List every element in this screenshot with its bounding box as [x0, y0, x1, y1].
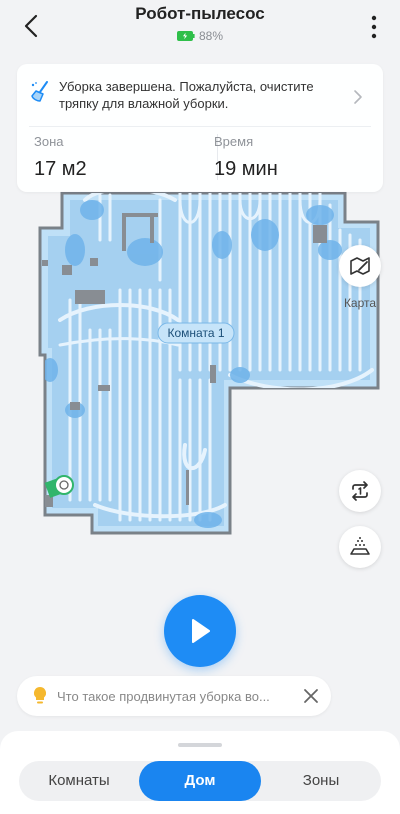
repeat-once-icon [352, 481, 368, 501]
area-stat: Зона 17 м2 [34, 134, 87, 181]
suction-power-button[interactable] [339, 526, 381, 568]
tab-rooms[interactable]: Комнаты [19, 761, 139, 801]
map-edit-button[interactable] [339, 245, 381, 287]
tab-zones[interactable]: Зоны [261, 761, 381, 801]
cleaning-map[interactable]: Комната 1 [0, 160, 400, 560]
start-cleaning-button[interactable] [164, 595, 236, 667]
completion-message-text: Уборка завершена. Пожалуйста, очистите т… [59, 79, 314, 111]
chevron-right-icon [354, 90, 362, 104]
sheet-handle[interactable] [178, 743, 222, 747]
cleaning-status-card: Уборка завершена. Пожалуйста, очистите т… [17, 64, 383, 192]
time-value: 19 мин [214, 158, 278, 180]
battery-percent: 88% [198, 29, 224, 43]
tip-banner[interactable]: Что такое продвинутая уборка во... [17, 676, 331, 716]
suction-icon [350, 537, 370, 555]
time-label: Время [214, 134, 254, 149]
area-value: 17 м2 [34, 158, 87, 180]
area-label: Зона [34, 134, 64, 149]
tip-text: Что такое продвинутая уборка во... [57, 688, 270, 704]
battery-status: 88% [0, 29, 400, 43]
room-label-text: Комната 1 [168, 326, 225, 340]
mode-selector: Комнаты Дом Зоны [19, 761, 381, 801]
completion-message[interactable]: Уборка завершена. Пожалуйста, очистите т… [29, 78, 369, 118]
bottom-sheet: Комнаты Дом Зоны [0, 731, 400, 814]
lightbulb-icon [33, 686, 47, 704]
close-icon[interactable] [301, 686, 321, 706]
divider [29, 126, 371, 127]
play-icon [192, 619, 210, 643]
page-title: Робот-пылесос [135, 4, 265, 23]
repeat-cleaning-button[interactable] [339, 470, 381, 512]
map-button-label: Карта [343, 296, 377, 310]
top-bar: Робот-пылесос 88% [0, 0, 400, 56]
room-label[interactable]: Комната 1 [157, 322, 235, 344]
more-options-icon[interactable] [364, 14, 384, 40]
map-edit-icon [350, 257, 370, 275]
broom-icon [31, 81, 48, 102]
battery-icon [176, 31, 195, 41]
time-stat: Время 19 мин [214, 134, 278, 181]
tab-home[interactable]: Дом [139, 761, 261, 801]
